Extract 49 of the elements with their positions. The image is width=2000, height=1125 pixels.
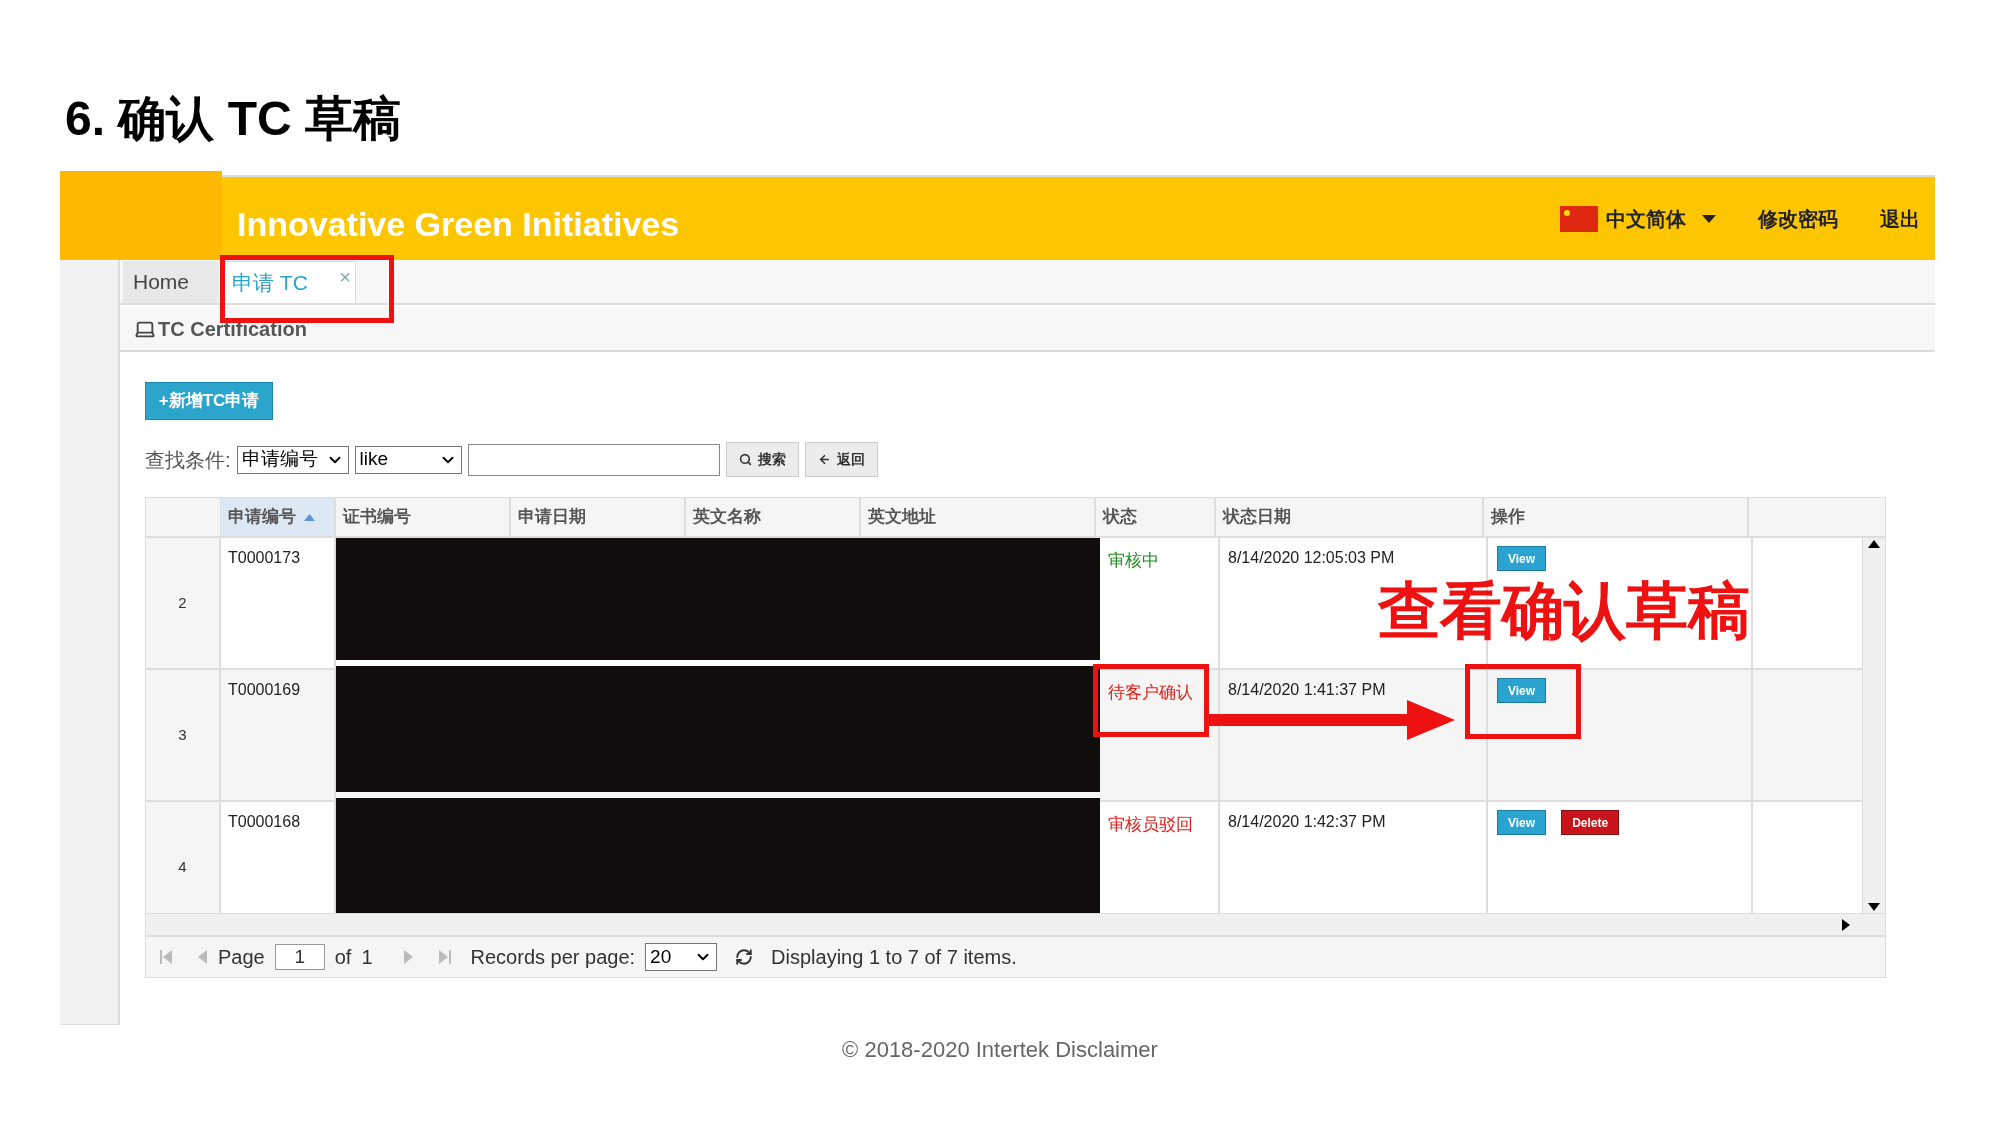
header-link[interactable]: 退出 bbox=[1880, 204, 1920, 234]
search-button[interactable]: 搜索 bbox=[725, 442, 799, 477]
footer-text: © 2018-2020 Intertek Disclaimer bbox=[841, 1036, 1159, 1064]
column-header[interactable]: 证书编号 bbox=[336, 498, 511, 536]
field-select[interactable]: 申请编号 bbox=[236, 445, 349, 474]
vertical-scrollbar[interactable] bbox=[1862, 538, 1885, 913]
arrow-left-icon bbox=[817, 453, 831, 466]
delete-button[interactable]: Delete bbox=[1561, 810, 1620, 835]
last-page-icon[interactable] bbox=[436, 949, 453, 965]
caret-icon bbox=[1702, 215, 1716, 223]
search-input[interactable] bbox=[467, 443, 720, 476]
header-link[interactable]: 修改密码 bbox=[1758, 204, 1838, 234]
scroll-up-icon bbox=[1868, 540, 1880, 548]
tab[interactable]: Home bbox=[123, 261, 218, 303]
column-header[interactable]: 申请编号 bbox=[221, 498, 336, 536]
pager-label: of bbox=[334, 945, 352, 970]
flag-icon bbox=[1560, 206, 1598, 232]
row-number: 4 bbox=[146, 802, 221, 913]
pager-label: Records per page: bbox=[470, 945, 636, 970]
language-menu[interactable]: 中文简体 bbox=[1560, 204, 1716, 234]
column-header[interactable]: 状态日期 bbox=[1216, 498, 1484, 536]
horizontal-scrollbar[interactable] bbox=[146, 913, 1885, 935]
row-number: 2 bbox=[146, 538, 221, 668]
status-text: 审核中 bbox=[1100, 538, 1220, 668]
sort-ascending-icon bbox=[304, 513, 315, 521]
pager-label: Page bbox=[218, 945, 265, 970]
operator-select[interactable]: like bbox=[354, 445, 462, 474]
slide-title: 6. 确认 TC 草稿 bbox=[65, 95, 402, 143]
refresh-icon[interactable] bbox=[735, 948, 754, 966]
panel-title: TC Certification bbox=[158, 316, 307, 342]
first-page-icon[interactable] bbox=[158, 949, 174, 965]
scroll-right-icon bbox=[1842, 918, 1850, 931]
pager-label: 1 bbox=[361, 945, 373, 970]
column-header[interactable]: 状态 bbox=[1096, 498, 1216, 536]
annotation-text: 查看确认草稿 bbox=[1378, 580, 1750, 642]
column-header[interactable]: 操作 bbox=[1484, 498, 1749, 536]
column-header[interactable]: 申请日期 bbox=[511, 498, 686, 536]
page-input[interactable]: 1 bbox=[274, 944, 325, 970]
previous-page-icon[interactable] bbox=[196, 949, 208, 965]
next-page-icon[interactable] bbox=[402, 949, 415, 965]
column-header[interactable]: 英文地址 bbox=[861, 498, 1096, 536]
column-header[interactable]: 英文名称 bbox=[686, 498, 861, 536]
records-select[interactable]: 20 bbox=[645, 943, 718, 971]
search-label: 查找条件: bbox=[145, 447, 231, 473]
pager-summary: Displaying 1 to 7 of 7 items. bbox=[771, 945, 1017, 970]
brand-title: Innovative Green Initiatives bbox=[237, 204, 680, 245]
search-icon bbox=[738, 453, 752, 466]
back-button[interactable]: 返回 bbox=[804, 442, 878, 477]
scroll-down-icon bbox=[1868, 903, 1880, 911]
